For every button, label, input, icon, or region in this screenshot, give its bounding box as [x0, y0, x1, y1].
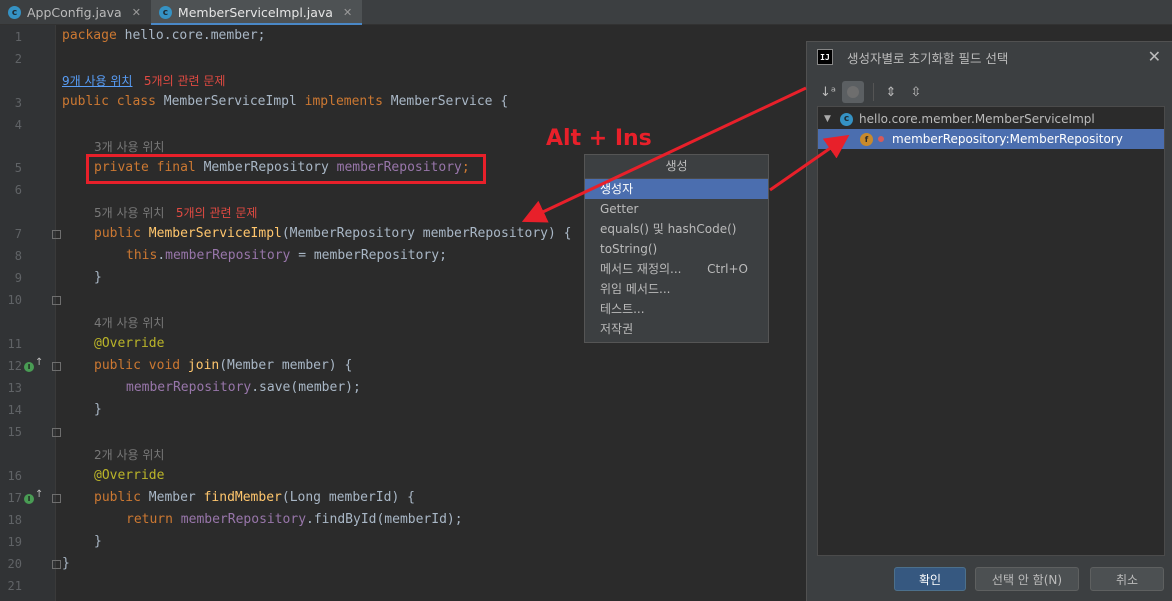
- fold-icon[interactable]: [52, 560, 61, 569]
- class-icon: c: [158, 6, 172, 19]
- toolbar-separator: [873, 83, 874, 101]
- up-arrow-icon: ↑: [35, 489, 44, 500]
- problems-hint: 5개의 관련 문제: [143, 74, 226, 88]
- fold-icon[interactable]: [52, 296, 61, 305]
- code-line: @Override: [94, 468, 165, 483]
- up-arrow-icon: ↑: [35, 357, 44, 368]
- tab-memberserviceimpl[interactable]: c MemberServiceImpl.java ✕: [150, 0, 363, 26]
- fold-icon[interactable]: [52, 428, 61, 437]
- fold-icon[interactable]: [52, 494, 61, 503]
- code-line: }: [94, 402, 102, 417]
- private-lock-icon: [878, 136, 884, 142]
- field-highlight-box: [86, 154, 486, 184]
- close-icon[interactable]: ✕: [132, 6, 141, 19]
- inlay-hint[interactable]: 3개 사용 위치: [94, 138, 164, 155]
- code-line: public MemberServiceImpl(MemberRepositor…: [94, 226, 572, 241]
- code-line: }: [94, 534, 102, 549]
- line-number: 11: [7, 337, 22, 351]
- field-icon: f: [860, 132, 873, 146]
- menu-item-tostring[interactable]: toString(): [585, 239, 768, 259]
- fields-tree[interactable]: ▼ c hello.core.member.MemberServiceImpl …: [817, 106, 1165, 556]
- usages-link: 9개 사용 위치: [62, 74, 133, 88]
- line-number: 19: [7, 535, 22, 549]
- line-number: 3: [14, 96, 22, 110]
- menu-item-copyright[interactable]: 저작권: [585, 319, 768, 339]
- line-number: 2: [14, 52, 22, 66]
- menu-item-delegate-methods[interactable]: 위임 메서드...: [585, 279, 768, 299]
- line-number: 17: [7, 491, 22, 505]
- class-icon: c: [840, 112, 853, 126]
- inlay-hint[interactable]: 9개 사용 위치 5개의 관련 문제: [62, 72, 225, 89]
- dialog-toolbar: ↓ᵃ ⇕ ⇳: [817, 80, 930, 104]
- ok-button[interactable]: 확인: [894, 567, 966, 591]
- tree-label: memberRepository:MemberRepository: [892, 132, 1123, 146]
- code-line: public void join(Member member) {: [94, 358, 353, 373]
- inlay-hint[interactable]: 2개 사용 위치: [94, 446, 164, 463]
- code-line: @Override: [94, 336, 165, 351]
- code-line: }: [62, 556, 70, 571]
- popup-title: 생성: [585, 155, 768, 179]
- line-number: 14: [7, 403, 22, 417]
- code-line: this.memberRepository = memberRepository…: [126, 248, 447, 263]
- menu-item-equals-hashcode[interactable]: equals() 및 hashCode(): [585, 219, 768, 239]
- shortcut-annotation: Alt + Ins: [546, 126, 652, 151]
- line-number: 4: [14, 118, 22, 132]
- tab-label: MemberServiceImpl.java: [177, 5, 333, 20]
- tree-label: hello.core.member.MemberServiceImpl: [859, 112, 1095, 126]
- line-number: 9: [14, 271, 22, 285]
- choose-fields-dialog: IJ 생성자별로 초기화할 필드 선택 ✕ ↓ᵃ ⇕ ⇳ ▼ c hello.c…: [806, 41, 1172, 601]
- line-number: 7: [14, 227, 22, 241]
- intellij-logo-icon: IJ: [817, 49, 833, 65]
- fold-icon[interactable]: [52, 362, 61, 371]
- line-number: 13: [7, 381, 22, 395]
- line-number: 6: [14, 183, 22, 197]
- menu-item-constructor[interactable]: 생성자: [585, 179, 768, 199]
- inlay-hint[interactable]: 4개 사용 위치: [94, 314, 164, 331]
- tab-appconfig[interactable]: c AppConfig.java ✕: [0, 0, 151, 25]
- dialog-title-bar[interactable]: IJ 생성자별로 초기화할 필드 선택 ✕: [807, 42, 1172, 72]
- implementation-marker-icon[interactable]: I: [24, 362, 34, 372]
- code-line: public Member findMember(Long memberId) …: [94, 490, 415, 505]
- expand-all-icon[interactable]: ⇕: [880, 81, 902, 103]
- editor-tab-bar: c AppConfig.java ✕ c MemberServiceImpl.j…: [0, 0, 1172, 26]
- inlay-hint[interactable]: 5개 사용 위치 5개의 관련 문제: [94, 204, 257, 221]
- shortcut-label: Ctrl+O: [707, 262, 748, 276]
- collapse-all-icon[interactable]: ⇳: [905, 81, 927, 103]
- menu-item-test[interactable]: 테스트...: [585, 299, 768, 319]
- line-number: 16: [7, 469, 22, 483]
- tree-row-field[interactable]: f memberRepository:MemberRepository: [818, 129, 1164, 149]
- sort-alpha-icon[interactable]: ↓ᵃ: [817, 81, 839, 103]
- problems-hint: 5개의 관련 문제: [175, 206, 258, 220]
- cancel-button[interactable]: 취소: [1090, 567, 1164, 591]
- line-gutter: 1 2 3 4 5 6 7 8 9 10 11 12 13 14 15 16 1…: [0, 25, 61, 601]
- line-number: 5: [14, 161, 22, 175]
- close-icon[interactable]: ✕: [343, 6, 352, 19]
- code-line: package hello.core.member;: [62, 28, 266, 43]
- tree-row-class[interactable]: ▼ c hello.core.member.MemberServiceImpl: [818, 109, 1164, 129]
- line-number: 12: [7, 359, 22, 373]
- select-none-button[interactable]: 선택 안 함(N): [975, 567, 1079, 591]
- code-line: return memberRepository.findById(memberI…: [126, 512, 463, 527]
- line-number: 15: [7, 425, 22, 439]
- chevron-down-icon[interactable]: ▼: [824, 114, 836, 124]
- line-number: 8: [14, 249, 22, 263]
- code-line: public class MemberServiceImpl implement…: [62, 94, 509, 109]
- code-line: }: [94, 270, 102, 285]
- code-line: memberRepository.save(member);: [126, 380, 361, 395]
- line-number: 18: [7, 513, 22, 527]
- fold-icon[interactable]: [52, 230, 61, 239]
- menu-item-getter[interactable]: Getter: [585, 199, 768, 219]
- generate-popup: 생성 생성자 Getter equals() 및 hashCode() toSt…: [584, 154, 769, 343]
- dialog-title: 생성자별로 초기화할 필드 선택: [847, 50, 1009, 66]
- class-icon: c: [8, 6, 21, 19]
- close-icon[interactable]: ✕: [1148, 47, 1161, 66]
- line-number: 1: [14, 30, 22, 44]
- implementation-marker-icon[interactable]: I: [24, 494, 34, 504]
- tab-label: AppConfig.java: [27, 5, 122, 20]
- show-fields-icon[interactable]: [842, 81, 864, 103]
- line-number: 21: [7, 579, 22, 593]
- line-number: 10: [7, 293, 22, 307]
- line-number: 20: [7, 557, 22, 571]
- menu-item-override-methods[interactable]: 메서드 재정의... Ctrl+O: [585, 259, 768, 279]
